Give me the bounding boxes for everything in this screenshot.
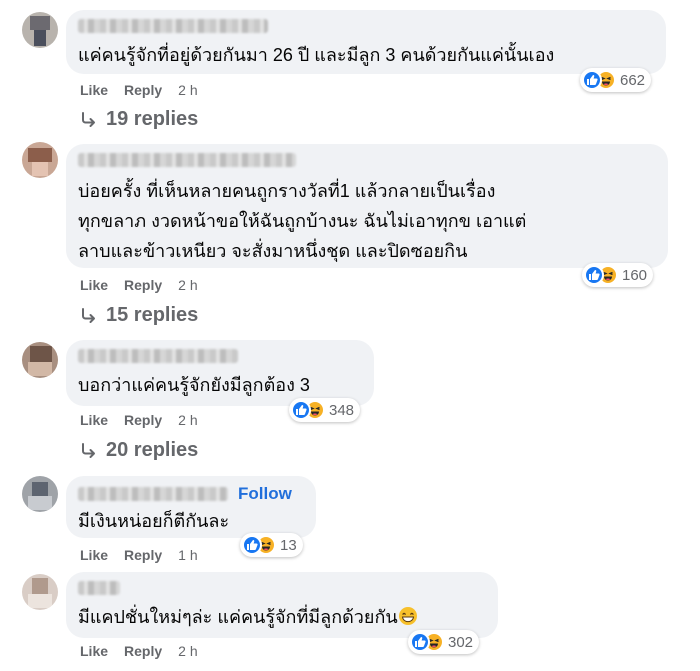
author-name-blurred[interactable] [78, 487, 228, 501]
author-name-blurred[interactable] [78, 349, 238, 363]
like-button[interactable]: Like [80, 547, 108, 563]
reply-arrow-icon [82, 442, 95, 458]
reaction-summary[interactable]: 13 [240, 533, 303, 557]
comment-bubble: Follow มีเงินหน่อยก็ตีกันละ [66, 476, 316, 538]
avatar[interactable] [22, 574, 58, 610]
comment-text: บอกว่าแค่คนรู้จักยังมีลูกต้อง 3 [78, 375, 310, 395]
like-reaction-icon [291, 400, 311, 420]
like-reaction-icon [410, 632, 430, 652]
like-button[interactable]: Like [80, 277, 108, 293]
reply-button[interactable]: Reply [124, 643, 162, 659]
like-reaction-icon [242, 535, 262, 555]
like-button[interactable]: Like [80, 412, 108, 428]
comment-text: แค่คนรู้จักที่อยู่ด้วยกันมา 26 ปี และมีล… [78, 45, 555, 65]
comment-time[interactable]: 1 h [178, 547, 197, 563]
comment-actions: Like Reply 2 h [80, 643, 198, 659]
like-reaction-icon [584, 265, 604, 285]
reaction-count: 662 [620, 71, 646, 89]
comment-actions: Like Reply 2 h [80, 277, 198, 293]
comment-actions: Like Reply 2 h [80, 82, 198, 98]
reaction-summary[interactable]: 662 [580, 68, 652, 92]
replies-count: 20 replies [106, 439, 199, 461]
author-name-blurred[interactable] [78, 153, 296, 167]
replies-count: 19 replies [106, 108, 199, 130]
comment-time[interactable]: 2 h [178, 82, 197, 98]
reply-button[interactable]: Reply [124, 277, 162, 293]
avatar[interactable] [22, 142, 58, 178]
comment-actions: Like Reply 1 h [80, 547, 198, 563]
comment-text-content: มีแคปชั่นใหม่ๆล่ะ แค่คนรู้จักที่มีลูกด้ว… [78, 607, 398, 627]
follow-button[interactable]: Follow [238, 484, 292, 504]
reaction-summary[interactable]: 302 [408, 630, 480, 654]
reply-arrow-icon [82, 307, 95, 323]
like-button[interactable]: Like [80, 643, 108, 659]
grinning-face-emoji-icon [398, 607, 417, 625]
reaction-count: 348 [329, 401, 355, 419]
reaction-count: 160 [622, 266, 648, 284]
author-name-blurred[interactable] [78, 581, 120, 595]
comment-actions: Like Reply 2 h [80, 412, 198, 428]
comment-time[interactable]: 2 h [178, 412, 197, 428]
avatar[interactable] [22, 342, 58, 378]
reaction-summary[interactable]: 348 [289, 398, 361, 422]
comment-time[interactable]: 2 h [178, 643, 197, 659]
comment-bubble: แค่คนรู้จักที่อยู่ด้วยกันมา 26 ปี และมีล… [66, 10, 666, 74]
comment-bubble: บ่อยครั้ง ที่เห็นหลายคนถูกรางวัลที่1 แล้… [66, 144, 668, 268]
reaction-count: 13 [280, 536, 297, 554]
reaction-count: 302 [448, 633, 474, 651]
reply-arrow-icon [82, 111, 95, 127]
comment-bubble: มีแคปชั่นใหม่ๆล่ะ แค่คนรู้จักที่มีลูกด้ว… [66, 572, 498, 638]
reaction-summary[interactable]: 160 [582, 263, 654, 287]
comment-time[interactable]: 2 h [178, 277, 197, 293]
reply-button[interactable]: Reply [124, 412, 162, 428]
replies-count: 15 replies [106, 304, 199, 326]
view-replies-link[interactable]: 19 replies [80, 108, 198, 131]
like-button[interactable]: Like [80, 82, 108, 98]
view-replies-link[interactable]: 15 replies [80, 304, 198, 327]
avatar[interactable] [22, 12, 58, 48]
reply-button[interactable]: Reply [124, 82, 162, 98]
view-replies-link[interactable]: 20 replies [80, 439, 198, 462]
comment-text: มีแคปชั่นใหม่ๆล่ะ แค่คนรู้จักที่มีลูกด้ว… [78, 604, 486, 630]
comment-bubble: บอกว่าแค่คนรู้จักยังมีลูกต้อง 3 [66, 340, 374, 406]
avatar[interactable] [22, 476, 58, 512]
comment-text: มีเงินหน่อยก็ตีกันละ [78, 511, 230, 531]
reply-button[interactable]: Reply [124, 547, 162, 563]
comment-text: บ่อยครั้ง ที่เห็นหลายคนถูกรางวัลที่1 แล้… [78, 181, 527, 261]
author-name-blurred[interactable] [78, 19, 268, 33]
like-reaction-icon [582, 70, 602, 90]
